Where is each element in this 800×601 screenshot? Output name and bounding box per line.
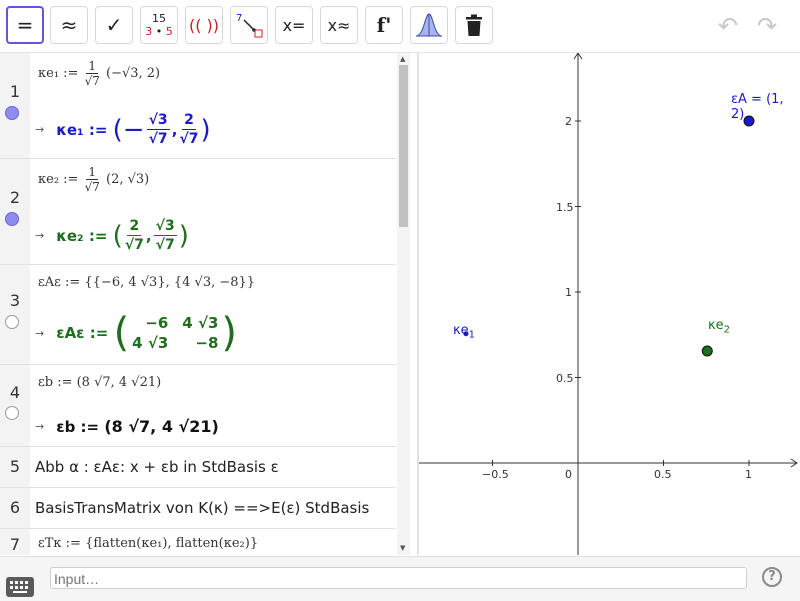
expand-button[interactable]: (( )) bbox=[185, 6, 223, 44]
x-tick-label: 0.5 bbox=[654, 468, 672, 481]
scrollbar-thumb[interactable] bbox=[399, 65, 408, 227]
row-text[interactable]: Abb α : εAε: x + εb in StdBasis ε bbox=[35, 458, 279, 476]
algebra-scrollbar[interactable]: ▲ ▼ bbox=[397, 53, 410, 555]
visibility-toggle[interactable] bbox=[5, 406, 19, 420]
svg-text:7: 7 bbox=[236, 13, 242, 24]
row-definition[interactable]: κe₂ := 1 √7 (2, √3) bbox=[38, 165, 149, 194]
substitute-icon: 7 bbox=[236, 13, 263, 38]
scroll-down-icon[interactable]: ▼ bbox=[400, 544, 405, 552]
algebra-row-4[interactable]: 4 εb := (8 √7, 4 √21) → εb := (8 √7, 4 √… bbox=[0, 365, 396, 447]
y-tick-label: 0.5 bbox=[556, 372, 574, 385]
x-tick-label: −0.5 bbox=[482, 468, 509, 481]
algebra-view: 1 κe₁ := 1 √7 (−√3, 2) → κe₁ := (− √3 √7 ,… bbox=[0, 53, 396, 555]
row-number: 6 bbox=[9, 498, 21, 517]
graphics-view[interactable]: −0.5 0 0.5 1 0.5 1 1.5 2 εA = (1, 2) κe2… bbox=[419, 53, 800, 555]
row-output: → κe₁ := (− √3 √7 , 2 √7 ) bbox=[35, 112, 211, 147]
row-definition[interactable]: κe₁ := 1 √7 (−√3, 2) bbox=[38, 59, 160, 88]
point-label-A: εA = (1, 2) bbox=[731, 92, 784, 122]
row-definition[interactable]: εTκ := {flatten(κe₁), flatten(κe₂)} bbox=[38, 536, 258, 551]
input-field[interactable] bbox=[50, 567, 747, 589]
row-number: 3 bbox=[9, 291, 21, 310]
point-label-ke1: κe1 bbox=[453, 323, 476, 341]
numeric-button[interactable]: ≈ bbox=[50, 6, 88, 44]
algebra-row-2[interactable]: 2 κe₂ := 1 √7 (2, √3) → κe₂ := ( 2 √7 , √3… bbox=[0, 159, 396, 265]
row-number: 7 bbox=[9, 535, 21, 554]
equals-icon: = bbox=[16, 13, 34, 37]
row-number: 1 bbox=[9, 82, 21, 101]
derivative-icon: f' bbox=[376, 13, 392, 37]
factor-number: 15 bbox=[152, 12, 166, 25]
row-definition[interactable]: εAε := {{−6, 4 √3}, {4 √3, −8}} bbox=[38, 275, 255, 290]
point-label-ke2: κe2 bbox=[708, 318, 731, 336]
row-output: → εAε := ( −6 4 √3 4 √3 −8 ) bbox=[35, 310, 237, 356]
graph-point[interactable] bbox=[701, 345, 713, 357]
derivative-button[interactable]: f' bbox=[365, 6, 403, 44]
solve-icon: x= bbox=[282, 15, 306, 35]
row-definition[interactable]: εb := (8 √7, 4 √21) bbox=[38, 375, 161, 390]
redo-icon: ↷ bbox=[756, 12, 778, 40]
solve-button[interactable]: x= bbox=[275, 6, 313, 44]
delete-button[interactable] bbox=[455, 6, 493, 44]
trash-icon bbox=[466, 14, 482, 36]
visibility-toggle[interactable] bbox=[5, 106, 19, 120]
input-bar: ? bbox=[0, 556, 800, 601]
row-gutter bbox=[0, 365, 30, 446]
approx-icon: ≈ bbox=[60, 13, 78, 37]
toolbar: = ≈ ✓ 15 3 • 5 (( )) 7 x= x≈ f' ↶ ↷ bbox=[0, 0, 800, 53]
factor-icon: 3 • 5 bbox=[145, 25, 173, 38]
keyboard-button[interactable] bbox=[6, 577, 34, 597]
help-icon: ? bbox=[768, 569, 776, 584]
visibility-toggle[interactable] bbox=[5, 315, 19, 329]
row-gutter bbox=[0, 265, 30, 364]
help-button[interactable]: ? bbox=[762, 567, 782, 587]
matrix: −6 4 √3 4 √3 −8 bbox=[132, 314, 219, 352]
algebra-row-7[interactable]: 7 εTκ := {flatten(κe₁), flatten(κe₂)} bbox=[0, 529, 396, 555]
algebra-row-1[interactable]: 1 κe₁ := 1 √7 (−√3, 2) → κe₁ := (− √3 √7 ,… bbox=[0, 53, 396, 159]
row-output: → κe₂ := ( 2 √7 , √3 √7 ) bbox=[35, 218, 189, 253]
algebra-row-3[interactable]: 3 εAε := {{−6, 4 √3}, {4 √3, −8}} → εAε … bbox=[0, 265, 396, 365]
parens-icon: (( )) bbox=[188, 15, 220, 35]
nsolve-button[interactable]: x≈ bbox=[320, 6, 358, 44]
algebra-row-6[interactable]: 6 BasisTransMatrix von K(κ) ==>E(ε) StdB… bbox=[0, 488, 396, 529]
undo-icon: ↶ bbox=[717, 12, 739, 40]
check-input-button[interactable]: ✓ bbox=[95, 6, 133, 44]
row-output: → εb := (8 √7, 4 √21) bbox=[35, 417, 219, 436]
nsolve-icon: x≈ bbox=[327, 15, 351, 35]
graph-canvas[interactable] bbox=[419, 53, 800, 555]
row-gutter bbox=[0, 159, 30, 264]
bell-curve-icon bbox=[415, 13, 443, 37]
y-tick-label: 1 bbox=[565, 286, 572, 299]
redo-button[interactable]: ↷ bbox=[752, 12, 782, 40]
y-tick-label: 2 bbox=[565, 115, 572, 128]
row-number: 4 bbox=[9, 383, 21, 402]
x-tick-label: 0 bbox=[565, 468, 572, 481]
y-tick-label: 1.5 bbox=[556, 201, 574, 214]
evaluate-button[interactable]: = bbox=[6, 6, 44, 44]
row-text[interactable]: BasisTransMatrix von K(κ) ==>E(ε) StdBas… bbox=[35, 499, 369, 517]
scroll-up-icon[interactable]: ▲ bbox=[400, 55, 405, 63]
keyboard-icon bbox=[10, 581, 28, 593]
check-icon: ✓ bbox=[105, 13, 123, 37]
row-number: 2 bbox=[9, 188, 21, 207]
substitute-button[interactable]: 7 bbox=[230, 6, 268, 44]
probability-button[interactable] bbox=[410, 6, 448, 44]
undo-button[interactable]: ↶ bbox=[713, 12, 743, 40]
visibility-toggle[interactable] bbox=[5, 212, 19, 226]
row-number: 5 bbox=[9, 457, 21, 476]
row-gutter bbox=[0, 53, 30, 158]
algebra-row-5[interactable]: 5 Abb α : εAε: x + εb in StdBasis ε bbox=[0, 447, 396, 488]
x-tick-label: 1 bbox=[745, 468, 752, 481]
factor-button[interactable]: 15 3 • 5 bbox=[140, 6, 178, 44]
